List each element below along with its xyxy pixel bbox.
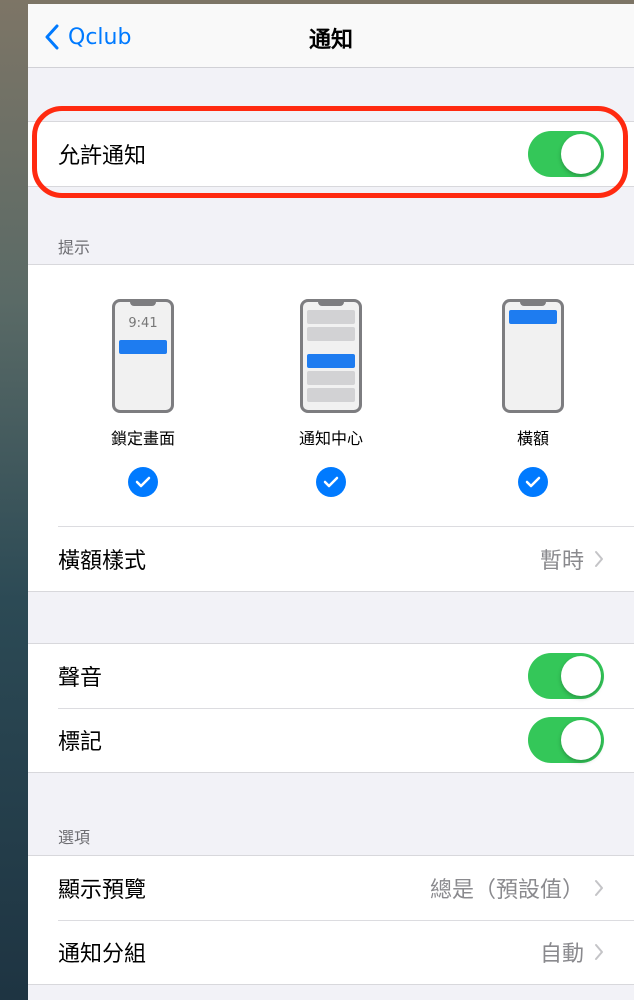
sound-badges-group: 聲音 標記 [28,643,634,773]
banner-style-label: 橫額樣式 [58,549,147,574]
notification-center-phone-icon [300,299,362,413]
banners-checkmark[interactable] [518,467,548,497]
alert-style-previews: 9:41 鎖定畫面 通知中心 橫額 [28,265,634,527]
notification-center-label: 通知中心 [298,429,363,448]
banners-phone-icon [502,299,564,413]
show-previews-value: 總是（預設值） [429,878,584,903]
preview-time: 9:41 [128,316,158,331]
sound-label: 聲音 [58,666,103,691]
navigation-bar: Qclub 通知 [28,4,634,68]
checkmark-icon [323,476,339,488]
allow-notifications-row: 允許通知 [28,122,634,186]
toggle-knob [561,656,601,696]
toggle-knob [561,720,601,760]
allow-notifications-group: 允許通知 [28,121,634,187]
lock-screen-option[interactable]: 9:41 鎖定畫面 [83,299,203,497]
toggle-knob [561,134,601,174]
show-previews-label: 顯示預覽 [58,878,147,903]
chevron-right-icon [595,551,603,567]
page-title: 通知 [308,28,353,53]
options-section-header: 選項 [58,828,91,847]
badges-row: 標記 [28,708,634,772]
banners-option[interactable]: 橫額 [473,299,593,497]
notification-grouping-value: 自動 [539,942,584,967]
notification-center-checkmark[interactable] [316,467,346,497]
lock-screen-label: 鎖定畫面 [110,429,175,448]
sound-row: 聲音 [28,644,634,708]
settings-screen: Qclub 通知 允許通知 提示 9:41 鎖定畫面 通知中心 橫額 橫額樣式 … [28,4,634,1000]
banners-label: 橫額 [516,429,549,448]
alerts-group: 9:41 鎖定畫面 通知中心 橫額 橫額樣式 暫時 [28,264,634,592]
allow-notifications-label: 允許通知 [58,144,147,169]
badges-toggle[interactable] [528,717,604,763]
notification-center-option[interactable]: 通知中心 [271,299,391,497]
sound-toggle[interactable] [528,653,604,699]
notification-grouping-row[interactable]: 通知分組 自動 [28,920,634,984]
alerts-section-header: 提示 [58,238,91,257]
lock-screen-phone-icon: 9:41 [112,299,174,413]
checkmark-icon [135,476,151,488]
notification-grouping-label: 通知分組 [58,942,147,967]
badges-label: 標記 [58,730,103,755]
banner-style-row[interactable]: 橫額樣式 暫時 [28,527,634,591]
chevron-right-icon [595,880,603,896]
options-group: 顯示預覽 總是（預設值） 通知分組 自動 [28,855,634,985]
chevron-right-icon [595,944,603,960]
show-previews-row[interactable]: 顯示預覽 總是（預設值） [28,856,634,920]
banner-style-value: 暫時 [539,549,584,574]
lock-screen-checkmark[interactable] [128,467,158,497]
checkmark-icon [525,476,541,488]
allow-notifications-toggle[interactable] [528,131,604,177]
